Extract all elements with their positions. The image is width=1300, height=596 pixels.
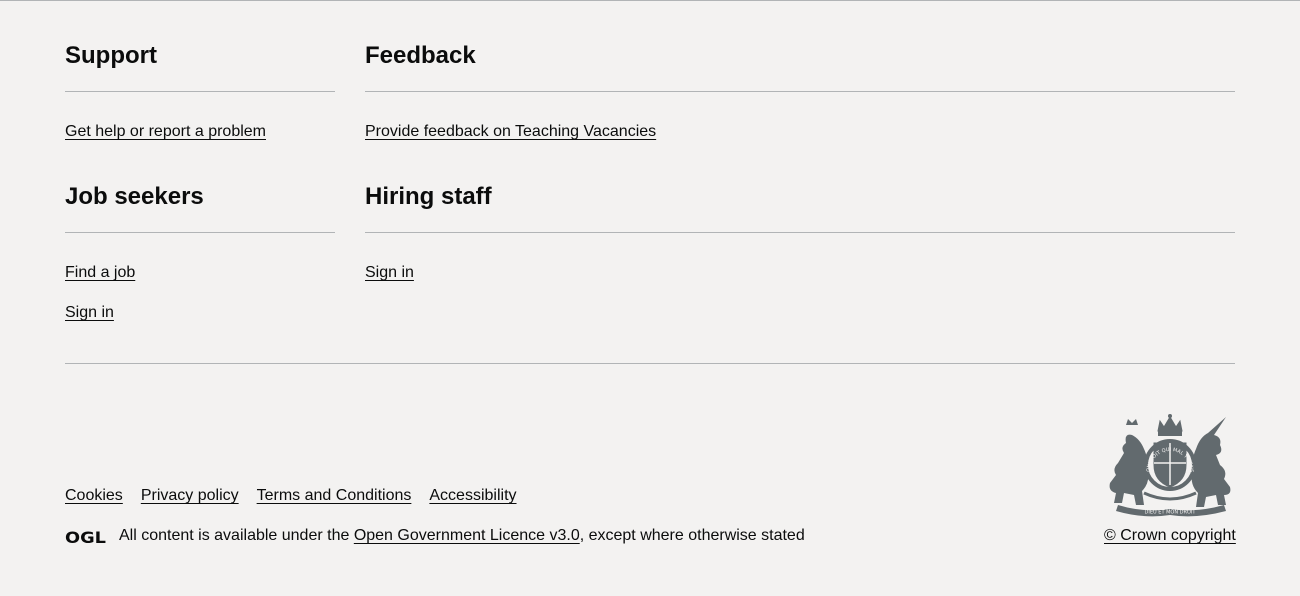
open-government-licence-link[interactable]: Open Government Licence v3.0 [354,526,580,546]
crown-copyright-link[interactable]: © Crown copyright [1104,526,1236,546]
job-seekers-divider [65,232,335,233]
feedback-heading: Feedback [365,42,476,69]
feedback-links: Provide feedback on Teaching Vacancies [365,122,656,162]
job-seekers-heading: Job seekers [65,183,204,210]
hiring-staff-links: Sign in [365,263,414,303]
hiring-staff-heading: Hiring staff [365,183,492,210]
find-a-job-link[interactable]: Find a job [65,264,135,281]
royal-coat-of-arms-icon: HONI SOIT QUI MAL Y PENSE DIEU ET MON DR… [1104,413,1231,517]
svg-text:DIEU ET MON DROIT: DIEU ET MON DROIT [1145,510,1197,516]
hiring-staff-divider [365,232,1235,233]
cookies-link[interactable]: Cookies [65,487,123,504]
footer-section-break [65,363,1235,364]
ogl-logo-icon: OGL [65,528,106,545]
licence-prefix: All content is available under the [119,527,354,544]
get-help-link[interactable]: Get help or report a problem [65,123,266,140]
feedback-divider [365,91,1235,92]
terms-and-conditions-link[interactable]: Terms and Conditions [257,487,412,504]
job-seekers-links: Find a job Sign in [65,263,135,343]
job-seeker-sign-in-link[interactable]: Sign in [65,304,114,321]
provide-feedback-link[interactable]: Provide feedback on Teaching Vacancies [365,123,656,140]
svg-text:OGL: OGL [65,528,106,545]
licence-suffix: , except where otherwise stated [579,527,805,544]
privacy-policy-link[interactable]: Privacy policy [141,487,239,504]
footer-meta-links: Cookies Privacy policy Terms and Conditi… [65,486,535,506]
accessibility-link[interactable]: Accessibility [429,487,516,504]
support-links: Get help or report a problem [65,122,266,162]
support-divider [65,91,335,92]
licence-statement: OGL All content is available under the O… [65,526,805,546]
support-heading: Support [65,42,157,69]
hiring-staff-sign-in-link[interactable]: Sign in [365,264,414,281]
